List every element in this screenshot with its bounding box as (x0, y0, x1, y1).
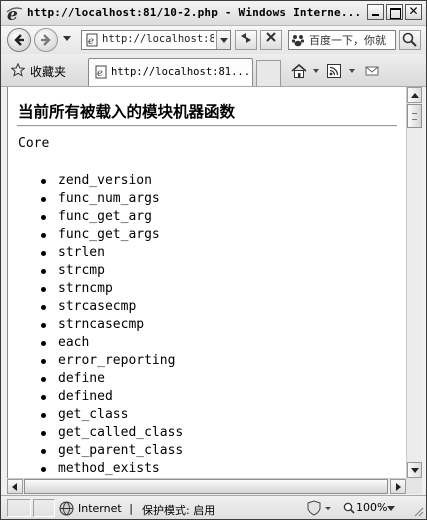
vertical-scrollbar[interactable] (406, 87, 422, 478)
recent-pages-dropdown[interactable] (63, 36, 71, 41)
search-input[interactable] (309, 33, 395, 46)
list-item: defined (34, 388, 183, 406)
refresh-button[interactable] (235, 30, 257, 50)
title-bar: e http://localhost:81/10-2.php - Windows… (1, 1, 426, 26)
list-item: strncmp (34, 280, 183, 298)
address-dropdown-button[interactable] (216, 31, 230, 49)
page-icon: e (95, 65, 107, 79)
stop-icon (266, 32, 276, 42)
zoom-level: 100% (356, 501, 388, 514)
baidu-logo (291, 35, 305, 47)
home-icon[interactable] (291, 64, 307, 78)
minimize-button[interactable] (367, 4, 384, 20)
horizontal-scroll-thumb[interactable] (24, 479, 388, 494)
list-item: define (34, 370, 183, 388)
search-go-button[interactable] (399, 30, 421, 50)
list-item: get_parent_class (34, 442, 183, 460)
ie-icon: e (6, 5, 23, 22)
status-bar: Internet | 保护模式: 启用 100% (1, 495, 426, 519)
favorites-bar: 收藏夹 e http://localhost:81... (1, 54, 426, 87)
list-item: get_called_class (34, 424, 183, 442)
page-icon: e (86, 33, 98, 47)
url-input[interactable] (102, 33, 214, 45)
status-pane (7, 499, 31, 517)
search-box[interactable] (288, 30, 396, 50)
browser-window: e http://localhost:81/10-2.php - Windows… (0, 0, 427, 520)
caption-buttons: ✕ (365, 4, 422, 20)
stop-button[interactable] (260, 30, 282, 50)
list-item: each (34, 334, 183, 352)
status-separator: | (129, 502, 133, 515)
vertical-scroll-thumb[interactable] (407, 104, 422, 128)
home-dropdown[interactable] (313, 69, 319, 73)
chevron-down-icon (387, 506, 395, 511)
shield-icon (307, 500, 331, 516)
list-item: func_num_args (34, 190, 183, 208)
security-button[interactable] (304, 500, 334, 517)
scroll-down-button[interactable] (407, 462, 422, 478)
horizontal-scrollbar[interactable] (7, 478, 406, 494)
zoom-button[interactable]: 100% (341, 500, 397, 517)
page-content: 当前所有被载入的模块机器函数 Core zend_version func_nu… (7, 87, 406, 478)
close-button[interactable]: ✕ (405, 4, 422, 20)
list-item: strncasecmp (34, 316, 183, 334)
maximize-button[interactable] (386, 4, 403, 20)
list-item: get_class (34, 406, 183, 424)
address-bar[interactable]: e (81, 30, 231, 50)
globe-icon (59, 501, 74, 516)
module-name: Core (18, 136, 50, 151)
forward-button[interactable] (34, 28, 58, 52)
list-item: strcmp (34, 262, 183, 280)
svg-text:e: e (97, 68, 103, 79)
navigation-bar: e (1, 26, 426, 54)
back-button[interactable] (7, 28, 31, 52)
svg-text:e: e (88, 36, 94, 47)
scroll-left-button[interactable] (7, 479, 23, 494)
list-item: strlen (34, 244, 183, 262)
favorites-button[interactable]: 收藏夹 (30, 63, 66, 80)
zoom-icon (343, 502, 355, 514)
new-tab-button[interactable] (256, 60, 281, 86)
list-item: func_get_args (34, 226, 183, 244)
security-zone[interactable]: Internet | (78, 502, 133, 515)
function-list: zend_version func_num_args func_get_arg … (34, 172, 183, 478)
scroll-up-button[interactable] (407, 87, 422, 103)
search-go-icon (402, 32, 417, 47)
tab-active[interactable]: e http://localhost:81... (88, 58, 253, 86)
status-pane (33, 499, 55, 517)
zone-label: Internet (78, 502, 122, 515)
list-item: zend_version (34, 172, 183, 190)
back-icon (14, 34, 24, 46)
feeds-icon[interactable] (327, 64, 341, 78)
list-item: method_exists (34, 460, 183, 478)
protected-mode-status[interactable]: 保护模式: 启用 (142, 502, 215, 518)
feeds-dropdown[interactable] (349, 69, 355, 73)
mail-icon[interactable] (365, 64, 379, 78)
window-title: http://localhost:81/10-2.php - Windows I… (27, 6, 362, 19)
refresh-icon (241, 33, 251, 43)
scrollbar-corner (406, 478, 422, 494)
horizontal-rule (17, 125, 397, 127)
list-item: strcasecmp (34, 298, 183, 316)
scroll-right-button[interactable] (390, 479, 406, 494)
tab-title: http://localhost:81... (111, 66, 251, 78)
list-item: func_get_arg (34, 208, 183, 226)
list-item: error_reporting (34, 352, 183, 370)
resize-grip-icon[interactable] (412, 505, 424, 517)
forward-icon (41, 34, 51, 46)
star-icon (11, 63, 25, 77)
page-heading: 当前所有被载入的模块机器函数 (18, 103, 236, 121)
